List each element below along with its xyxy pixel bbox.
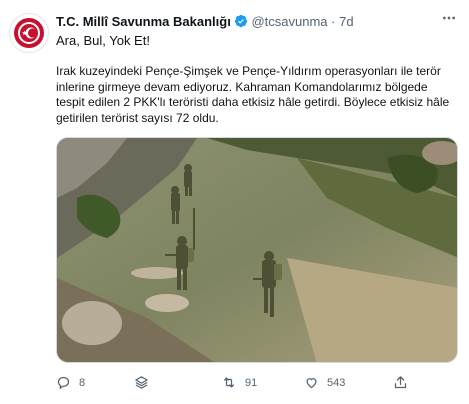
tweet-card[interactable]: T.C. Millî Savunma Bakanlığı @tcsavunma … [0, 0, 469, 404]
like-count: 543 [327, 376, 346, 389]
author-handle[interactable]: @tcsavunma [251, 14, 327, 29]
retweet-button[interactable]: 91 [221, 375, 257, 390]
reply-icon [57, 376, 70, 390]
share-icon [394, 376, 407, 389]
author-name[interactable]: T.C. Millî Savunma Bakanlığı [56, 14, 231, 29]
tweet-body-text: Irak kuzeyindeki Pençe-Şimşek ve Pençe-Y… [56, 64, 450, 125]
stack-icon [135, 376, 148, 389]
tweet-time[interactable]: 7d [339, 14, 353, 29]
more-options-icon[interactable] [441, 10, 457, 29]
retweet-count: 91 [245, 376, 258, 389]
tweet-photo[interactable] [56, 137, 458, 363]
separator-dot: · [331, 14, 336, 29]
verified-badge-icon [234, 14, 248, 31]
tweet-lead-text: Ara, Bul, Yok Et! [56, 33, 150, 48]
share-button[interactable] [393, 375, 408, 390]
retweet-icon [224, 377, 234, 388]
like-button[interactable]: 543 [304, 375, 345, 390]
reply-count: 8 [79, 376, 86, 389]
tweet-header: T.C. Millî Savunma Bakanlığı @tcsavunma … [56, 14, 354, 31]
stack-button[interactable] [134, 375, 149, 390]
reply-button[interactable]: 8 [56, 375, 85, 390]
avatar[interactable] [9, 13, 49, 53]
ministry-emblem-icon [14, 18, 44, 48]
tweet-actions: 8 91 543 [56, 375, 436, 393]
like-icon [306, 378, 317, 389]
